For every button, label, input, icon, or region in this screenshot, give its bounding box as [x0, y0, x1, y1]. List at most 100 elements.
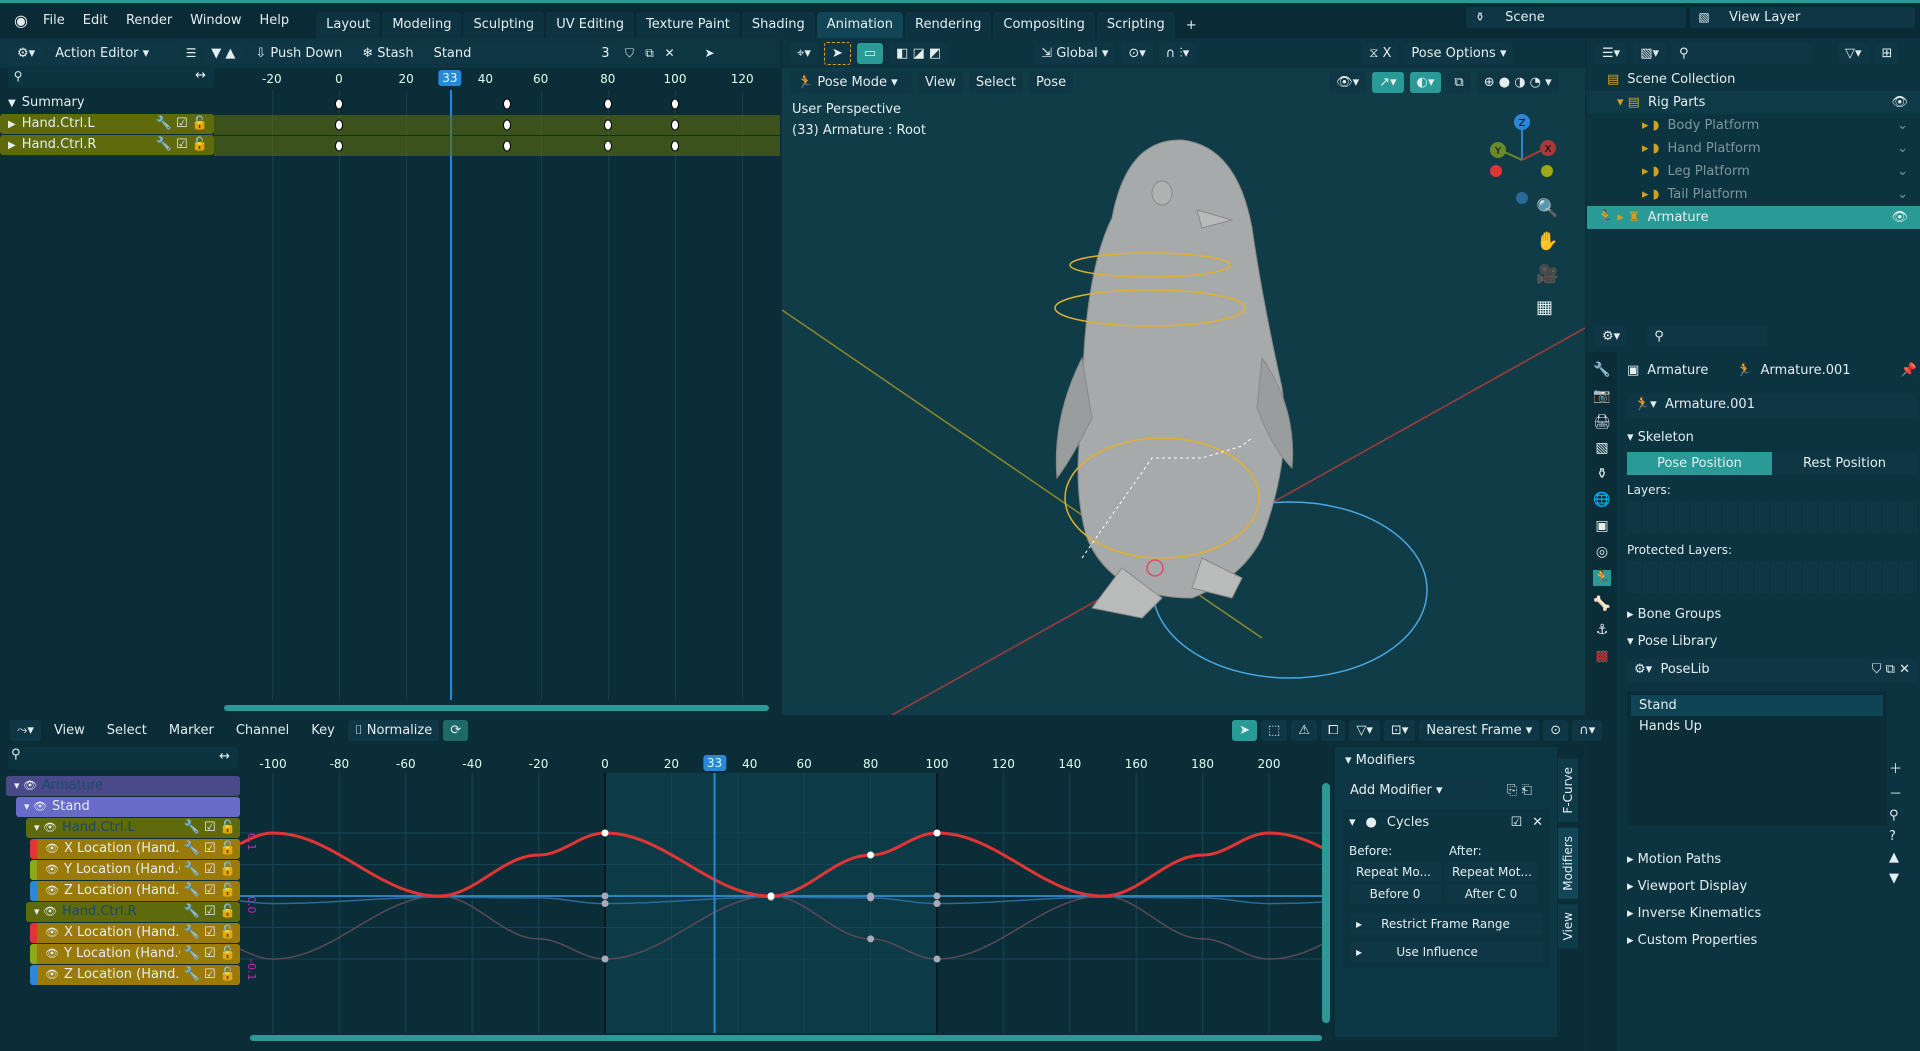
outliner-item-tail-platform[interactable]: ▸ ◗ Tail Platform ⌄: [1587, 183, 1920, 206]
workspace-tab-rendering[interactable]: Rendering: [905, 12, 992, 38]
use-influence-toggle[interactable]: ▸ Use Influence: [1349, 942, 1543, 962]
blender-logo-icon[interactable]: ◉: [14, 11, 28, 30]
channel-toggles[interactable]: 🔧 ☑ 🔓: [179, 965, 240, 985]
protected-layers-grid[interactable]: [1627, 561, 1917, 593]
graph-channel-fcurve[interactable]: 👁 X Location (Hand.Ctrl.L) 🔧 ☑ 🔓: [30, 839, 240, 859]
channel-toggles[interactable]: 🔧 ☑ 🔓: [179, 944, 240, 964]
apply-pose-icon[interactable]: ⚲: [1889, 808, 1902, 823]
graph-timeline-ruler[interactable]: -100 -80 -60 -40 -20 0 20 40 60 80 100 120 140 160 180…: [0, 751, 1330, 773]
add-workspace-button[interactable]: +: [1177, 18, 1206, 33]
channel-icons[interactable]: 👁: [45, 926, 59, 939]
workspace-tab-scripting[interactable]: Scripting: [1096, 12, 1175, 38]
channel-toggles[interactable]: 🔧 ☑ 🔓: [179, 902, 240, 922]
enable-checkbox[interactable]: ☑: [1510, 815, 1522, 830]
menu-icon[interactable]: ☰: [184, 46, 198, 60]
grid-icon[interactable]: ▦: [1536, 297, 1558, 318]
workspace-tab-animation[interactable]: Animation: [816, 12, 903, 38]
falloff-icon[interactable]: ∩▾: [1572, 719, 1603, 741]
armature-data-field[interactable]: 🏃▾ Armature.001: [1627, 394, 1917, 418]
graph-channel-group[interactable]: ▾ 👁 Hand.Ctrl.R 🔧 ☑ 🔓: [26, 902, 240, 922]
auto-normalize-icon[interactable]: ⟳: [443, 719, 469, 741]
keyframe-point[interactable]: [601, 829, 609, 837]
visibility-eye-icon[interactable]: ⌄: [1897, 137, 1908, 160]
pan-hand-icon[interactable]: ✋: [1536, 231, 1558, 252]
editor-type-button[interactable]: ⤳▾: [10, 719, 41, 741]
graph-channel-fcurve[interactable]: 👁 Y Location (Hand.Ctrl.L) 🔧 ☑ 🔓: [30, 860, 240, 880]
add-pose-icon[interactable]: ＋: [1889, 758, 1902, 777]
workspace-tab-shading[interactable]: Shading: [741, 12, 815, 38]
zoom-icon[interactable]: 🔍: [1536, 198, 1558, 219]
before-mode-dropdown[interactable]: Repeat Mo...: [1349, 862, 1441, 882]
proportional-icon[interactable]: ⊙: [1543, 719, 1569, 741]
channel-toggles[interactable]: 🔧 ☑ 🔓: [179, 881, 240, 901]
keyframe-point[interactable]: [767, 892, 775, 900]
keyframe[interactable]: [671, 140, 679, 152]
graph-channel-action[interactable]: ▾ 👁 Stand: [16, 797, 240, 817]
keyframe-point[interactable]: [933, 900, 941, 908]
channel-summary[interactable]: ▼ Summary: [0, 93, 214, 113]
filter-down-button[interactable]: ▼ ▲: [204, 42, 243, 64]
workspace-tab-uv-editing[interactable]: UV Editing: [546, 12, 635, 38]
fake-user-icon[interactable]: ⛉: [623, 46, 637, 61]
panel-motion-paths[interactable]: ▸ Motion Paths: [1627, 846, 1917, 873]
copy-paste-modifier-icons[interactable]: ⎘ ⎗: [1507, 783, 1532, 798]
3d-viewport[interactable]: ⌖▾ ➤ ▭ ◧ ◪ ◩ ⇲ Global ▾ ⊙▾ ∩ ⫶▾ ⧖ X Pose…: [782, 38, 1585, 715]
poselib-selector[interactable]: ⚙▾ PoseLib ⛉ ⧉ ✕: [1627, 659, 1917, 683]
tab-view[interactable]: View: [1558, 904, 1578, 949]
show-handles-icon[interactable]: ⬚: [1261, 719, 1288, 741]
editor-type-button[interactable]: ⚙▾: [1595, 325, 1628, 347]
object-tab-icon[interactable]: ▣: [1595, 518, 1608, 534]
menu-edit[interactable]: Edit: [74, 13, 117, 28]
menu-select[interactable]: Select: [98, 723, 156, 738]
outliner-item-body-platform[interactable]: ▸ ◗ Body Platform ⌄: [1587, 114, 1920, 137]
horizontal-scrollbar[interactable]: [224, 705, 769, 711]
collapse-icon[interactable]: ▾: [1349, 815, 1356, 830]
tab-f-curve[interactable]: F-Curve: [1558, 759, 1578, 822]
stash-button[interactable]: ❄ Stash: [355, 42, 421, 64]
outliner-item-hand-platform[interactable]: ▸ ◗ Hand Platform ⌄: [1587, 137, 1920, 160]
output-tab-icon[interactable]: 🖨: [1593, 414, 1611, 430]
keyframe[interactable]: [335, 140, 343, 152]
channel-icons[interactable]: ▾ 👁: [34, 821, 57, 834]
cursor-icon[interactable]: ➤: [703, 46, 717, 60]
add-modifier-dropdown[interactable]: Add Modifier ▾: [1343, 780, 1491, 801]
normalize-toggle[interactable]: ⌷ Normalize: [347, 719, 440, 741]
graph-channel-fcurve[interactable]: 👁 X Location (Hand.Ctrl.R) 🔧 ☑ 🔓: [30, 923, 240, 943]
after-cycles-field[interactable]: After C 0: [1445, 884, 1537, 904]
menu-marker[interactable]: Marker: [160, 723, 223, 738]
keyframe[interactable]: [335, 119, 343, 131]
sanitize-icon[interactable]: ?: [1889, 829, 1902, 844]
outliner-search[interactable]: ⚲: [1672, 42, 1812, 64]
keyframe-point[interactable]: [601, 900, 609, 908]
channel-icons[interactable]: 👁: [45, 863, 59, 876]
channel-icons[interactable]: ▾ 👁: [34, 905, 57, 918]
move-up-icon[interactable]: ▲: [1889, 850, 1902, 865]
keyframe-point[interactable]: [933, 892, 941, 900]
menu-help[interactable]: Help: [251, 13, 299, 28]
panel-viewport-display[interactable]: ▸ Viewport Display: [1627, 873, 1917, 900]
pivot-icon[interactable]: ⊡▾: [1383, 719, 1416, 741]
channel-icons[interactable]: 👁: [45, 842, 59, 855]
keyframe[interactable]: [603, 140, 612, 152]
visibility-eye-icon[interactable]: ⌄: [1897, 114, 1908, 137]
rest-position-button[interactable]: Rest Position: [1772, 451, 1917, 475]
channel-icons[interactable]: ▾ 👁: [24, 800, 47, 813]
close-icon[interactable]: ✕: [663, 46, 677, 60]
before-cycles-field[interactable]: Before 0: [1349, 884, 1441, 904]
scene-tab-icon[interactable]: ⚱: [1596, 466, 1608, 482]
new-collection-icon[interactable]: ⊞: [1874, 42, 1900, 64]
physics-tab-icon[interactable]: ◎: [1596, 544, 1608, 560]
render-tab-icon[interactable]: 📷: [1593, 388, 1610, 404]
pose-library-panel[interactable]: ▾ Pose Library: [1627, 628, 1917, 655]
properties-search[interactable]: ⚲: [1647, 325, 1768, 347]
channel-hand-ctrl-l[interactable]: ▶ Hand.Ctrl.L 🔧 ☑ 🔓: [0, 114, 214, 134]
workspace-tab-layout[interactable]: Layout: [316, 12, 381, 38]
armature-data-tab-icon[interactable]: 🏃: [1593, 570, 1611, 586]
keyframe[interactable]: [603, 98, 612, 110]
graph-channel-group[interactable]: ▾ 👁 Hand.Ctrl.L 🔧 ☑ 🔓: [26, 818, 240, 838]
visibility-eye-icon[interactable]: 👁: [1891, 91, 1908, 114]
keyframe-point[interactable]: [867, 935, 875, 943]
action-selector[interactable]: Stand 3: [426, 42, 617, 64]
workspace-tab-sculpting[interactable]: Sculpting: [463, 12, 545, 38]
keyframe[interactable]: [671, 119, 679, 131]
